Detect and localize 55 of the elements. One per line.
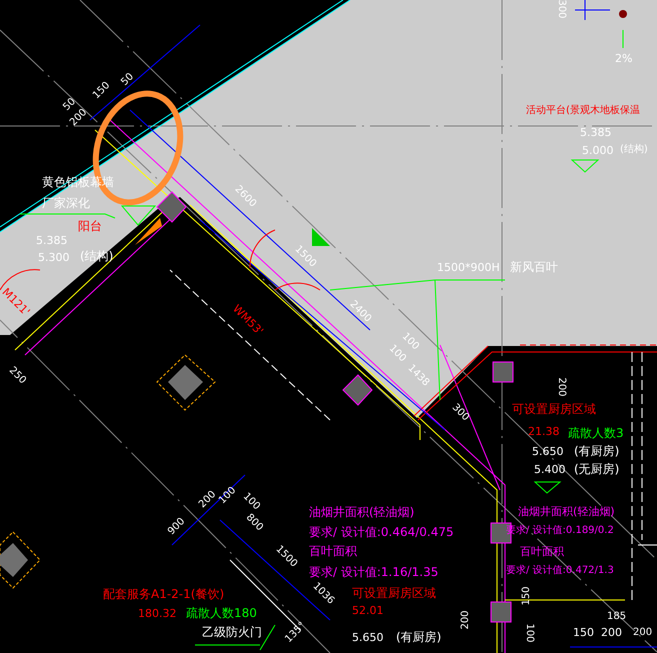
- column: [342, 374, 373, 406]
- drawing-label: 阳台: [78, 220, 102, 232]
- dimension-text: 900: [166, 516, 188, 538]
- drawing-label: 180.32: [138, 608, 176, 619]
- drawing-label: (无厨房): [574, 463, 620, 475]
- drawing-label: 乙级防火门: [202, 626, 262, 638]
- drawing-label: 5.400: [534, 464, 566, 475]
- dimension-text: 250: [6, 366, 28, 386]
- drawing-label: 200: [601, 627, 622, 638]
- drawing-label: 配套服务A1-2-1(餐饮): [103, 588, 224, 600]
- drawing-label: 5.650: [352, 632, 384, 643]
- column-footing-drawing: [156, 354, 216, 411]
- column: [156, 191, 187, 223]
- axis-marker-icon: [619, 10, 627, 18]
- dimension-text: 200: [198, 490, 218, 510]
- dimension-text: 200: [461, 610, 471, 630]
- dimension-text: 50: [120, 72, 136, 88]
- column: [490, 602, 512, 622]
- drawing-label: 油烟井面积(轻油烟): [309, 506, 414, 518]
- drawing-label: 要求/ 设计值:0.464/0.475: [309, 526, 454, 538]
- dimension-text: 200: [556, 377, 566, 397]
- drawing-label: 疏散人数180: [186, 607, 257, 619]
- dimension-text: 100: [218, 486, 238, 506]
- dimension-text: 300: [450, 402, 470, 424]
- drawing-label: 疏散人数3: [568, 427, 624, 439]
- elevation-marker-icon: [312, 228, 330, 246]
- dimension-text: 100: [240, 492, 262, 512]
- drawing-label: 21.38: [528, 426, 560, 437]
- drawing-label: (有厨房): [574, 445, 620, 457]
- drawing-label: 可设置厨房区域: [352, 587, 436, 599]
- drawing-label: 150: [573, 627, 594, 638]
- leader-line: [622, 30, 624, 48]
- drawing-label: 油烟井面积(轻油烟): [518, 506, 615, 517]
- dimension-text: 100: [524, 623, 534, 643]
- drawing-label: 要求/ 设计值:0.472/1.3: [506, 566, 614, 576]
- drawing-label: 百叶面积: [309, 545, 357, 557]
- drawing-label: 可设置厨房区域: [512, 403, 596, 415]
- elevation-marker-icon: [534, 482, 562, 494]
- elevation-marker-icon: [570, 160, 600, 173]
- drawing-label: 200: [633, 628, 652, 638]
- dimension-text: 150: [92, 80, 112, 102]
- wall-line: [638, 544, 657, 546]
- dimension-text: 800: [244, 512, 264, 534]
- elevation-marker-icon: [120, 206, 156, 226]
- drawing-label: 5.650: [532, 446, 564, 457]
- drawing-label: 52.01: [352, 605, 384, 616]
- drawing-label: 百叶面积: [520, 546, 564, 557]
- door-marker-icon: [135, 218, 162, 245]
- drawing-label: 185: [607, 612, 626, 622]
- column: [492, 362, 514, 382]
- drawing-label: (有厨房): [396, 631, 442, 643]
- drawing-label: 要求/ 设计值:1.16/1.35: [309, 566, 438, 578]
- dimension-text: 150: [522, 586, 532, 606]
- drawing-label: 活动平台(景观木地板保温: [526, 106, 640, 116]
- column-footing-drawing: [0, 531, 41, 589]
